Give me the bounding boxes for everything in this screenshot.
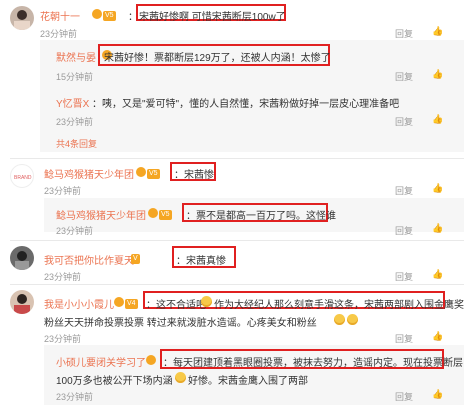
avatar-image-icon	[15, 251, 29, 270]
reply-button[interactable]: 回复	[395, 224, 413, 237]
reply-time: 23分钟前	[56, 117, 94, 127]
comment-time: 23分钟前	[44, 272, 82, 282]
reply-button[interactable]: 回复	[395, 27, 413, 40]
comment-text-highlighted: 宋茜好惨啊 可惜宋茜断层100w了	[139, 12, 286, 23]
avatar-image-icon: BRAND	[14, 175, 32, 181]
like-button[interactable]: 👍	[432, 114, 443, 125]
like-button[interactable]: 👍	[432, 223, 443, 234]
commenter-name[interactable]: 鲶马鸡猴猪天少年团	[44, 166, 134, 181]
svg-text:BRAND: BRAND	[14, 175, 32, 181]
thumbs-up-icon: 👍	[432, 389, 444, 399]
comment-text-highlighted: ：宋茜真惨	[176, 256, 226, 267]
reply-button[interactable]: 回复	[395, 270, 413, 283]
avatar-image-icon	[14, 294, 30, 314]
comment-text: 粉丝天天拼命投票投票 转过来就泼脏水造谣。心疼美女和粉丝	[44, 318, 317, 329]
thumbs-up-icon: 👍	[432, 331, 444, 341]
comment-text-highlighted: ：宋茜惨	[174, 170, 214, 181]
comment-time: 23分钟前	[40, 29, 78, 39]
reply-button[interactable]: 回复	[395, 390, 413, 403]
comment-time: 23分钟前	[44, 334, 82, 344]
avatar[interactable]	[10, 246, 34, 270]
more-replies-link[interactable]: 共4条回复	[56, 137, 97, 150]
reply-text-highlighted: 宋茜好惨！票都断层129万了，还被人内涵！太惨了	[104, 53, 331, 64]
emoji-icon	[201, 296, 212, 307]
thumbs-up-icon: 👍	[432, 183, 444, 193]
comment-text-highlighted: 作为大经纪人那么刻意手滑这条，宋茜两部剧入围金鹰奖	[214, 300, 464, 311]
vip-badge-icon: V5	[90, 9, 116, 21]
comment-time: 23分钟前	[44, 186, 82, 196]
emoji-icon	[334, 314, 345, 325]
avatar[interactable]: BRAND	[10, 164, 34, 188]
reply-button[interactable]: 回复	[395, 70, 413, 83]
reply-time: 23分钟前	[56, 392, 94, 402]
reply-text-highlighted: ：票不是都高一百万了吗。这怪谁	[186, 211, 336, 222]
reply-text-highlighted: ：每天团建顶着黑眼圈投票，被抹去努力，造谣内定。现在投票断层	[163, 358, 463, 369]
thumbs-up-icon: 👍	[432, 269, 444, 279]
reply-author-name[interactable]: 默然与晏	[56, 49, 96, 64]
like-button[interactable]: 👍	[432, 269, 443, 280]
reply-author-name[interactable]: Y忆晋X	[56, 95, 89, 110]
avatar-image-icon	[14, 10, 30, 30]
reply-author-name[interactable]: 小硕儿要闭关学习了	[56, 354, 146, 369]
vip-badge-icon: V5	[146, 208, 172, 220]
thumbs-up-icon: 👍	[432, 223, 444, 233]
thumbs-up-icon: 👍	[432, 26, 444, 36]
reply-button[interactable]: 回复	[395, 184, 413, 197]
reply-button[interactable]: 回复	[395, 115, 413, 128]
thumbs-up-icon: 👍	[432, 114, 444, 124]
like-button[interactable]: 👍	[432, 389, 443, 400]
divider	[10, 240, 464, 241]
vip-badge-icon: V5	[134, 167, 160, 179]
commenter-name[interactable]: 花朝十一	[40, 8, 80, 23]
like-button[interactable]: 👍	[432, 26, 443, 37]
commenter-name[interactable]: 我是小小小霞儿	[44, 296, 114, 311]
like-button[interactable]: 👍	[432, 331, 443, 342]
like-button[interactable]: 👍	[432, 69, 443, 80]
divider	[10, 284, 464, 285]
emoji-icon	[175, 372, 186, 383]
reply-time: 15分钟前	[56, 72, 94, 82]
reply-button[interactable]: 回复	[395, 332, 413, 345]
vip-badge-icon: V	[131, 254, 140, 264]
emoji-icon	[347, 314, 358, 325]
comment-text-highlighted: ：这不合适吧	[146, 300, 206, 311]
like-button[interactable]: 👍	[432, 183, 443, 194]
commenter-name[interactable]: 我可否把你比作夏天	[44, 252, 134, 267]
reply-text: 好惨。宋茜金鹰入围了两部	[188, 376, 308, 387]
avatar[interactable]	[10, 6, 34, 30]
reply-text: ：咦，又是"爱可特"，懂的人自然懂，宋茜粉做好掉一层皮心理准备吧	[92, 99, 400, 110]
vip-badge-icon	[144, 355, 156, 367]
vip-badge-icon: V4	[112, 297, 138, 309]
reply-time: 23分钟前	[56, 226, 94, 236]
avatar[interactable]	[10, 290, 34, 314]
reply-text: 100万多也被公开下场内涵	[56, 376, 173, 387]
thumbs-up-icon: 👍	[432, 69, 444, 79]
divider	[10, 158, 464, 159]
reply-author-name[interactable]: 鲶马鸡猴猪天少年团	[56, 207, 146, 222]
